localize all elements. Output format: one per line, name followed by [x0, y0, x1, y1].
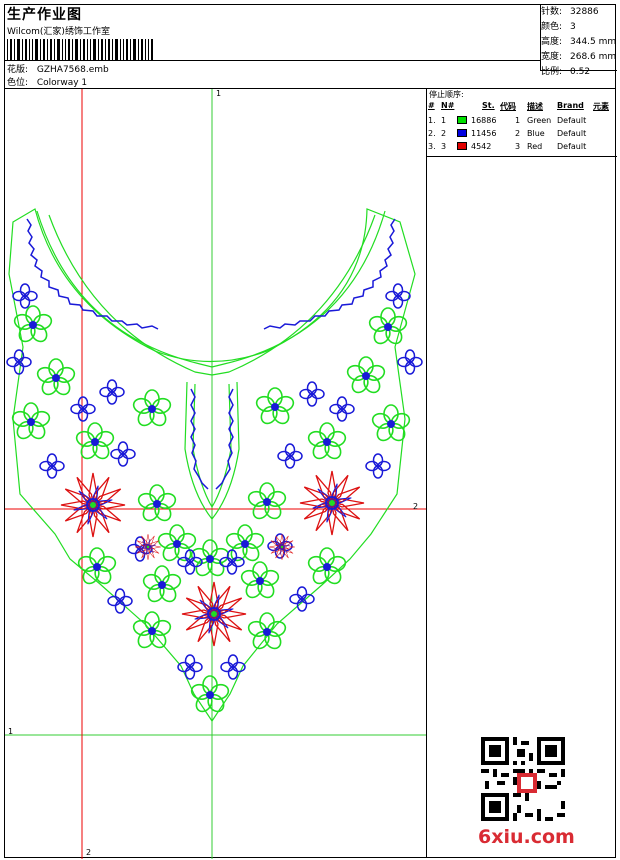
green-flower [305, 422, 349, 463]
width-value: 268.6 mm [570, 52, 617, 62]
green-flower [366, 307, 410, 348]
watermark: 6xiu.com [478, 826, 575, 848]
row3-stitches: 4542 [471, 142, 492, 151]
stats: 针数: 32886 颜色: 3 高度: 344.5 mm 宽度: 268.6 mm 比例… [541, 5, 616, 80]
blue-flower [299, 381, 325, 407]
colorway-value: Colorway 1 [36, 78, 88, 88]
table-caption: 停止顺序: [429, 90, 464, 99]
blue-flower [397, 349, 423, 375]
green-flower [155, 524, 199, 565]
green-flower [253, 387, 297, 428]
colors-label: 颜色: [541, 22, 563, 32]
col-header-description: 描述 [527, 102, 543, 111]
row3-brand: Default [557, 142, 587, 151]
row1-brand: Default [557, 116, 587, 125]
blue-flower [70, 396, 96, 422]
blue-flower [39, 453, 65, 479]
red-star-flower [181, 581, 247, 647]
row3-description: Red [527, 142, 543, 151]
blue-flower [277, 443, 303, 469]
colorway-row: 色位: Colorway 1 [7, 75, 87, 88]
red-star-flower [60, 472, 126, 538]
stitches-value: 32886 [570, 7, 599, 17]
row3-swatch [457, 142, 467, 150]
pattern-value: GZHA7568.emb [36, 65, 109, 75]
stitches-label: 针数: [541, 7, 563, 17]
row1-number: 1 [441, 116, 447, 125]
green-flower [34, 358, 78, 399]
green-flower [344, 356, 388, 397]
blue-flower [329, 396, 355, 422]
blue-flower [289, 586, 315, 612]
col-header-element: 元素 [593, 102, 609, 111]
green-flower [140, 565, 184, 606]
green-flower [188, 539, 232, 580]
row3-index: 3. [428, 142, 436, 151]
green-flower [130, 389, 174, 430]
barcode [7, 39, 153, 61]
green-flower [369, 404, 413, 445]
row2-number: 2 [441, 129, 447, 138]
scale-label: 比例: [541, 67, 563, 77]
green-flower [73, 422, 117, 463]
header: 生产作业图 Wilcom(汇家)绣饰工作室 花版: GZHA7568.emb 色… [4, 4, 541, 88]
green-flower [238, 561, 282, 602]
company-name: Wilcom(汇家)绣饰工作室 [7, 27, 110, 37]
row1-stitches: 16886 [471, 116, 497, 125]
row2-stitches: 11456 [471, 129, 497, 138]
row1-description: Green [527, 116, 552, 125]
scale-value: 0.52 [570, 67, 591, 77]
pattern-label: 花版: [7, 65, 29, 75]
green-flower [223, 524, 267, 565]
row1-code: 1 [515, 116, 521, 125]
red-star-flower [299, 470, 365, 536]
green-flower [75, 547, 119, 588]
green-flower [9, 402, 53, 443]
col-header-code: 代码 [500, 102, 516, 111]
header-divider-1 [4, 60, 540, 61]
row2-brand: Default [557, 129, 587, 138]
guide-label-h1: 1 [8, 727, 13, 736]
width-label: 宽度: [541, 52, 563, 62]
embroidery-preview: 1 2 1 2 [5, 89, 426, 859]
row3-number: 3 [441, 142, 447, 151]
col-header-brand: Brand [557, 101, 584, 110]
col-header-number: N# [441, 101, 455, 110]
colors-value: 3 [570, 22, 576, 32]
height-value: 344.5 mm [570, 37, 617, 47]
small-red-flower [268, 533, 296, 561]
col-header-stitches: St. [482, 101, 495, 110]
row2-description: Blue [527, 129, 545, 138]
guide-label-v1: 1 [216, 89, 221, 98]
row3-code: 3 [515, 142, 521, 151]
green-flower [245, 612, 289, 653]
blue-flower [220, 654, 246, 680]
blue-flower [365, 453, 391, 479]
col-header-index: # [428, 101, 435, 110]
blue-flower [110, 441, 136, 467]
qr-code [481, 737, 565, 821]
blue-flower [6, 349, 32, 375]
row2-swatch [457, 129, 467, 137]
guide-label-v2: 2 [86, 848, 91, 857]
row2-code: 2 [515, 129, 521, 138]
panel-divider [426, 156, 427, 858]
color-stop-table: 停止顺序: # N# St. 代码 描述 Brand 元素 1. 1 16886… [426, 88, 617, 157]
pattern-row: 花版: GZHA7568.emb [7, 62, 109, 75]
row1-index: 1. [428, 116, 436, 125]
blue-flower [12, 283, 38, 309]
green-flower [188, 675, 232, 716]
row2-index: 2. [428, 129, 436, 138]
page-title: 生产作业图 [7, 7, 82, 23]
guide-label-h2: 2 [413, 502, 418, 511]
height-label: 高度: [541, 37, 563, 47]
row1-swatch [457, 116, 467, 124]
blue-flower [99, 379, 125, 405]
colorway-label: 色位: [7, 78, 29, 88]
green-flower [135, 484, 179, 525]
green-flower [245, 482, 289, 523]
